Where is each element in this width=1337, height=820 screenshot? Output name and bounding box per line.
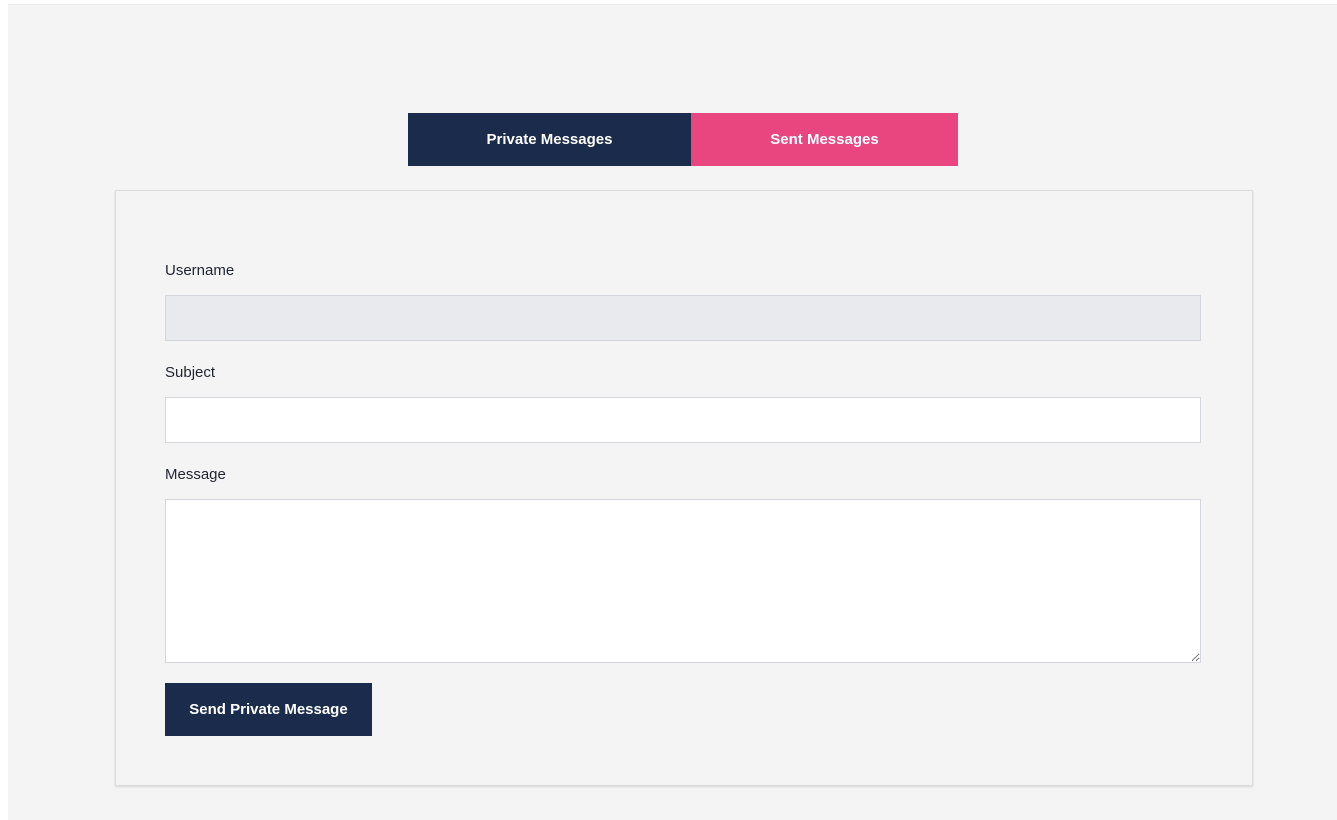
send-private-message-button[interactable]: Send Private Message [165,683,372,736]
username-label: Username [165,262,235,279]
tab-sent-messages[interactable]: Sent Messages [691,113,958,166]
tab-private-messages[interactable]: Private Messages [408,113,691,166]
subject-label: Subject [165,364,216,381]
username-field[interactable] [165,295,1201,341]
message-label: Message [165,466,226,483]
private-message-form: Username Subject Message Send Private Me… [115,190,1253,786]
message-textarea[interactable] [165,499,1201,663]
message-tabs: Private Messages Sent Messages [408,113,958,166]
page-background: Private Messages Sent Messages Username … [8,4,1337,820]
subject-field[interactable] [165,397,1201,443]
